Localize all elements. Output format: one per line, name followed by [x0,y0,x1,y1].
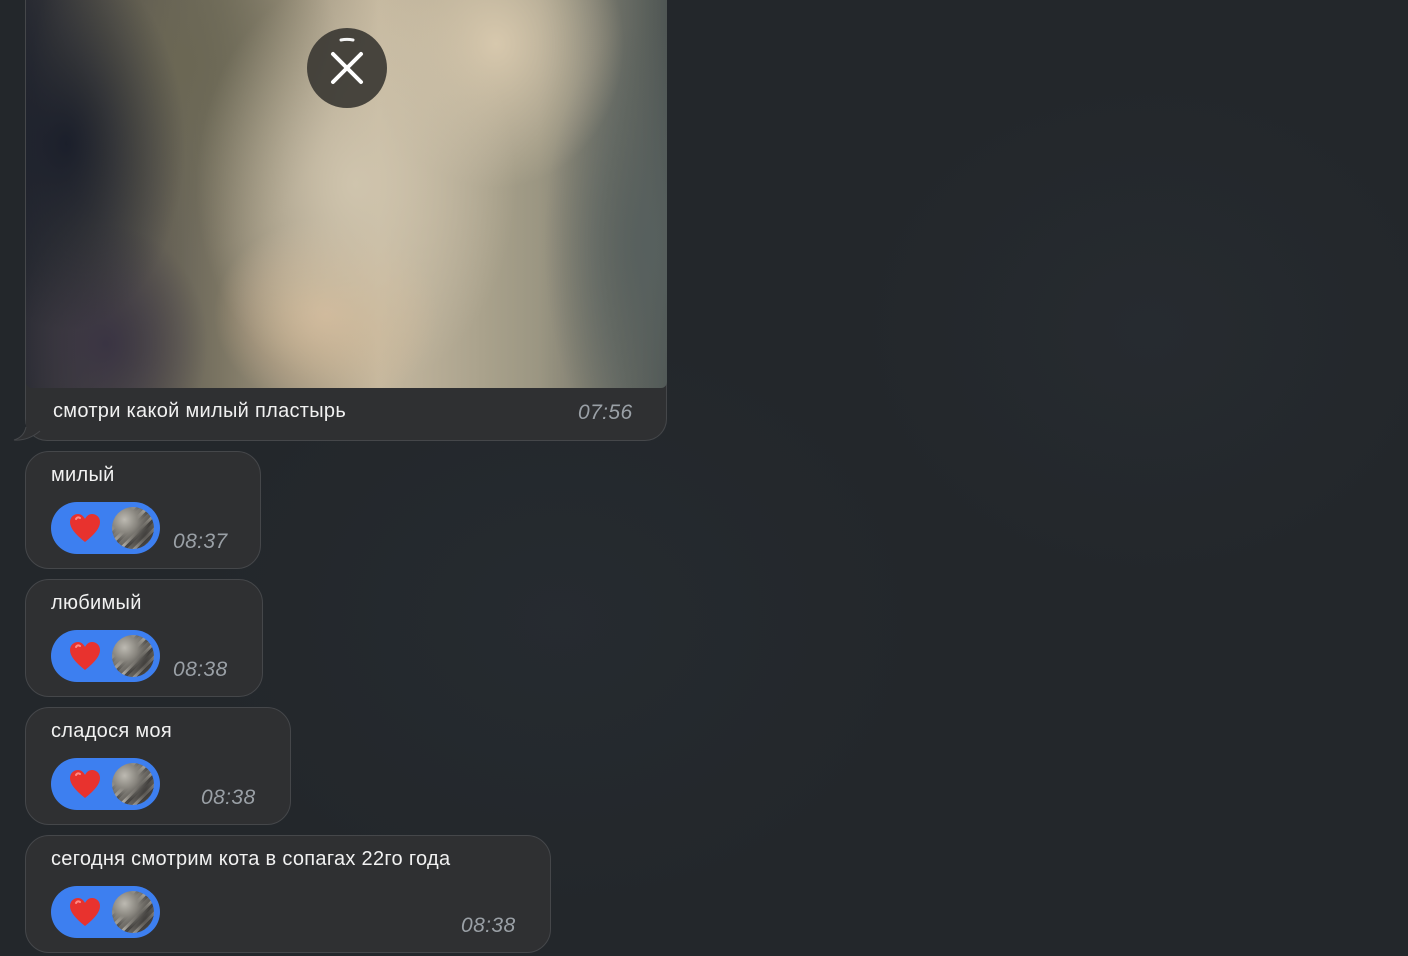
reaction-heart[interactable] [51,630,160,682]
reaction-heart[interactable] [51,758,160,810]
heart-icon [70,642,100,670]
avatar [112,891,154,933]
reaction-heart[interactable] [51,502,160,554]
reaction-heart[interactable] [51,886,160,938]
heart-icon [70,770,100,798]
photo-caption: смотри какой милый пластырь [53,400,347,422]
message-timestamp: 07:56 [578,401,633,424]
message-timestamp: 08:38 [201,786,256,809]
message-bubble[interactable]: сладося моя 08:38 [25,707,291,825]
message-text: сегодня смотрим кота в сопагах 22го года [51,848,451,870]
avatar [112,635,154,677]
close-icon [331,37,363,84]
avatar [112,507,154,549]
message-text: сладося моя [51,720,172,742]
chat-area[interactable]: смотри какой милый пластырь 07:56 милый … [0,0,1408,956]
message-timestamp: 08:37 [173,530,228,553]
cancel-download-button[interactable] [307,28,387,108]
message-timestamp: 08:38 [173,658,228,681]
bubble-tail [13,419,41,441]
message-timestamp: 08:38 [461,914,516,937]
photo-message[interactable]: смотри какой милый пластырь 07:56 [25,0,667,441]
message-bubble[interactable]: милый 08:37 [25,451,261,569]
message-text: любимый [51,592,142,614]
message-text: милый [51,464,115,486]
heart-icon [70,514,100,542]
avatar [112,763,154,805]
message-bubble[interactable]: любимый 08:38 [25,579,263,697]
message-bubble[interactable]: сегодня смотрим кота в сопагах 22го года… [25,835,551,953]
heart-icon [70,898,100,926]
